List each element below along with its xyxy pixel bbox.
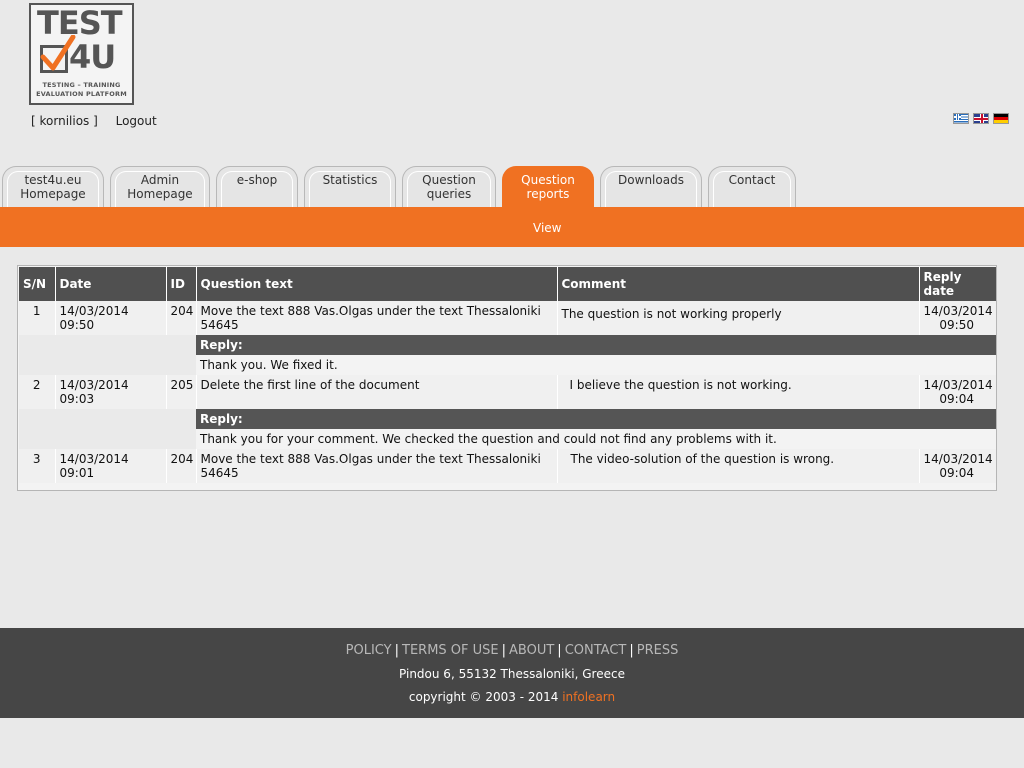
footer-terms-link[interactable]: TERMS OF USE [402,643,499,658]
logo-word-bottom: 4U [69,38,116,76]
tab-label: test4u.eu [24,173,82,187]
user-bar: [ kornilios ] Logout [31,114,157,128]
table-row: 1 14/03/2014 09:50 204 Move the text 888… [19,301,996,335]
cell-question-text: Move the text 888 Vas.Olgas under the te… [196,449,558,483]
uk-flag-icon[interactable] [973,113,989,124]
tab-label: queries [426,187,472,201]
cell-reply-date: 14/03/2014 09:50 [919,301,996,335]
username-link[interactable]: [ kornilios ] [31,114,98,128]
tab-question-reports[interactable]: Question reports [502,166,594,208]
tab-admin-homepage[interactable]: Admin Homepage [110,166,210,207]
greek-flag-icon[interactable] [953,113,969,124]
cell-id: 204 [166,449,197,483]
cell-sn: 2 [19,375,56,409]
footer-press-link[interactable]: PRESS [637,643,679,658]
cell-id: 204 [166,301,197,335]
reply-indent [19,355,196,375]
footer-separator: | [394,643,399,658]
table-row: 2 14/03/2014 09:03 205 Delete the first … [19,375,996,409]
reply-indent [19,409,196,429]
header-sn: S/N [19,267,56,301]
cell-sn: 3 [19,449,56,483]
tab-statistics[interactable]: Statistics [304,166,396,207]
reply-text: Thank you for your comment. We checked t… [196,429,996,449]
logo-tagline-2: EVALUATION PLATFORM [36,90,127,98]
tab-downloads[interactable]: Downloads [600,166,702,207]
header-question-text: Question text [196,267,558,301]
page: TEST 4U TESTING – TRAINING EVALUATION PL… [0,0,1024,768]
subnav-view-link[interactable]: View [533,221,561,235]
footer-separator: | [629,643,634,658]
header-id: ID [166,267,197,301]
table-row: 3 14/03/2014 09:01 204 Move the text 888… [19,449,996,483]
reply-date-time: 09:04 [939,392,974,406]
tab-question-queries[interactable]: Question queries [402,166,496,207]
footer-separator: | [501,643,507,658]
reply-indent [19,335,196,355]
footer: POLICY | TERMS OF USE | ABOUT | CONTACT | PRESS … [0,628,1024,718]
german-flag-icon[interactable] [993,113,1009,124]
copyright-text: copyright © 2003 - 2014 [408,690,563,704]
reply-date-day: 14/03/2014 [923,452,993,466]
logout-link[interactable]: Logout [116,114,157,128]
footer-links: POLICY | TERMS OF USE | ABOUT | CONTACT | PRESS [0,643,1024,658]
subnav-bar [0,207,1024,247]
cell-comment: I believe the question is not working. [557,375,920,409]
footer-copyright: copyright © 2003 - 2014 infolearn [0,690,1024,704]
tab-label: e-shop [236,173,278,187]
reply-header-row: Reply: [19,335,996,355]
tab-label: reports [526,187,570,201]
tab-test4u-homepage[interactable]: test4u.eu Homepage [2,166,104,207]
reports-table: S/N Date ID Question text Comment Reply … [19,267,996,483]
footer-policy-link[interactable]: POLICY [346,643,392,658]
cell-comment: The question is not working properly [557,301,920,335]
reply-date-day: 14/03/2014 [923,378,993,392]
tab-label: Homepage [127,187,193,201]
footer-about-link[interactable]: ABOUT [509,643,554,658]
cell-reply-date: 14/03/2014 09:04 [919,375,996,409]
logo-tagline-1: TESTING – TRAINING [42,81,121,89]
language-switcher [953,113,1009,124]
tab-label: Question [422,173,476,187]
tab-label: Homepage [20,187,86,201]
footer-contact-link[interactable]: CONTACT [565,643,627,658]
header-comment: Comment [557,267,920,301]
cell-id: 205 [166,375,197,409]
tab-label: Contact [728,173,776,187]
cell-date: 14/03/2014 09:03 [55,375,167,409]
logo-tagline: TESTING – TRAINING EVALUATION PLATFORM [35,81,128,99]
tab-label: Statistics [322,173,378,187]
tab-contact[interactable]: Contact [708,166,796,207]
footer-separator: | [557,643,562,658]
cell-comment: The video-solution of the question is wr… [557,449,920,483]
reply-label: Reply: [196,335,996,355]
cell-question-text: Delete the first line of the document [196,375,558,409]
test4u-logo[interactable]: TEST 4U TESTING – TRAINING EVALUATION PL… [29,3,134,105]
tab-label: Question [521,173,575,187]
main-tabs: test4u.eu Homepage Admin Homepage e-shop S… [0,166,1024,208]
infolearn-link[interactable]: infolearn [562,690,615,704]
tab-e-shop[interactable]: e-shop [216,166,298,207]
reply-text: Thank you. We fixed it. [196,355,996,375]
cell-date: 14/03/2014 09:01 [55,449,167,483]
header-reply-date: Reply date [919,267,996,301]
reply-label: Reply: [196,409,996,429]
question-reports-panel: S/N Date ID Question text Comment Reply … [17,265,997,491]
cell-question-text: Move the text 888 Vas.Olgas under the te… [196,301,558,335]
tab-label: Downloads [618,173,684,187]
reply-date-time: 09:04 [939,466,974,480]
footer-address: Pindou 6, 55132 Thessaloniki, Greece [399,667,625,681]
reply-date-time: 09:50 [939,318,974,332]
reply-date-day: 14/03/2014 [923,304,993,318]
reply-header-row: Reply: [19,409,996,429]
header-date: Date [55,267,167,301]
reply-text-row: Thank you. We fixed it. [19,355,996,375]
tab-label: Admin [140,173,180,187]
cell-sn: 1 [19,301,56,335]
reply-text-row: Thank you for your comment. We checked t… [19,429,996,449]
cell-date: 14/03/2014 09:50 [55,301,167,335]
reply-indent [19,429,196,449]
table-header-row: S/N Date ID Question text Comment Reply … [19,267,996,301]
cell-reply-date: 14/03/2014 09:04 [919,449,996,483]
